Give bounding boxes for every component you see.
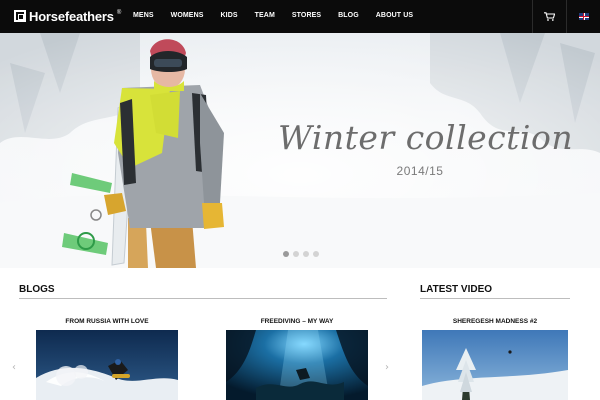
nav-item-team[interactable]: TEAM	[255, 12, 275, 19]
slider-dot-2[interactable]	[293, 251, 299, 257]
top-navigation-bar: Horsefeathers ® MENS WOMENS KIDS TEAM ST…	[0, 0, 600, 33]
nav-item-about-us[interactable]: ABOUT US	[376, 12, 413, 19]
main-menu: MENS WOMENS KIDS TEAM STORES BLOG ABOUT …	[133, 12, 430, 19]
uk-flag-icon	[578, 13, 589, 20]
latest-video-heading: LATEST VIDEO	[420, 284, 493, 295]
brand-name: Horsefeathers	[29, 8, 114, 24]
logo-mark-icon	[14, 10, 26, 22]
slider-dot-3[interactable]	[303, 251, 309, 257]
nav-utilities	[532, 0, 600, 33]
blog-post-title[interactable]: FROM RUSSIA WITH LOVE	[36, 318, 178, 325]
latest-video-divider	[420, 298, 570, 299]
blogs-divider	[19, 298, 387, 299]
nav-item-kids[interactable]: KIDS	[221, 12, 238, 19]
cart-button[interactable]	[532, 0, 566, 33]
hero-slider[interactable]: Winter collection 2014/15	[0, 33, 600, 268]
language-switcher[interactable]	[566, 0, 600, 33]
nav-item-womens[interactable]: WOMENS	[171, 12, 204, 19]
chevron-right-icon[interactable]: ›	[385, 362, 389, 373]
blog-post-title[interactable]: FREEDIVING – MY WAY	[226, 318, 368, 325]
blog-post-thumbnail[interactable]	[36, 330, 178, 400]
slider-pagination	[283, 251, 319, 257]
nav-item-mens[interactable]: MENS	[133, 12, 154, 19]
nav-item-blog[interactable]: BLOG	[338, 12, 359, 19]
hero-subtitle: 2014/15	[396, 164, 444, 178]
brand-logo[interactable]: Horsefeathers ®	[14, 8, 122, 24]
chevron-left-icon[interactable]: ‹	[12, 362, 16, 373]
slider-dot-1[interactable]	[283, 251, 289, 257]
video-thumbnail[interactable]	[422, 330, 568, 400]
cart-icon	[544, 12, 555, 21]
registered-mark: ®	[116, 10, 122, 16]
slider-dot-4[interactable]	[313, 251, 319, 257]
blogs-heading: BLOGS	[19, 284, 55, 295]
video-title[interactable]: SHEREGESH MADNESS #2	[422, 318, 568, 325]
nav-item-stores[interactable]: STORES	[292, 12, 321, 19]
blog-post-thumbnail[interactable]	[226, 330, 368, 400]
hero-title: Winter collection	[278, 118, 574, 157]
